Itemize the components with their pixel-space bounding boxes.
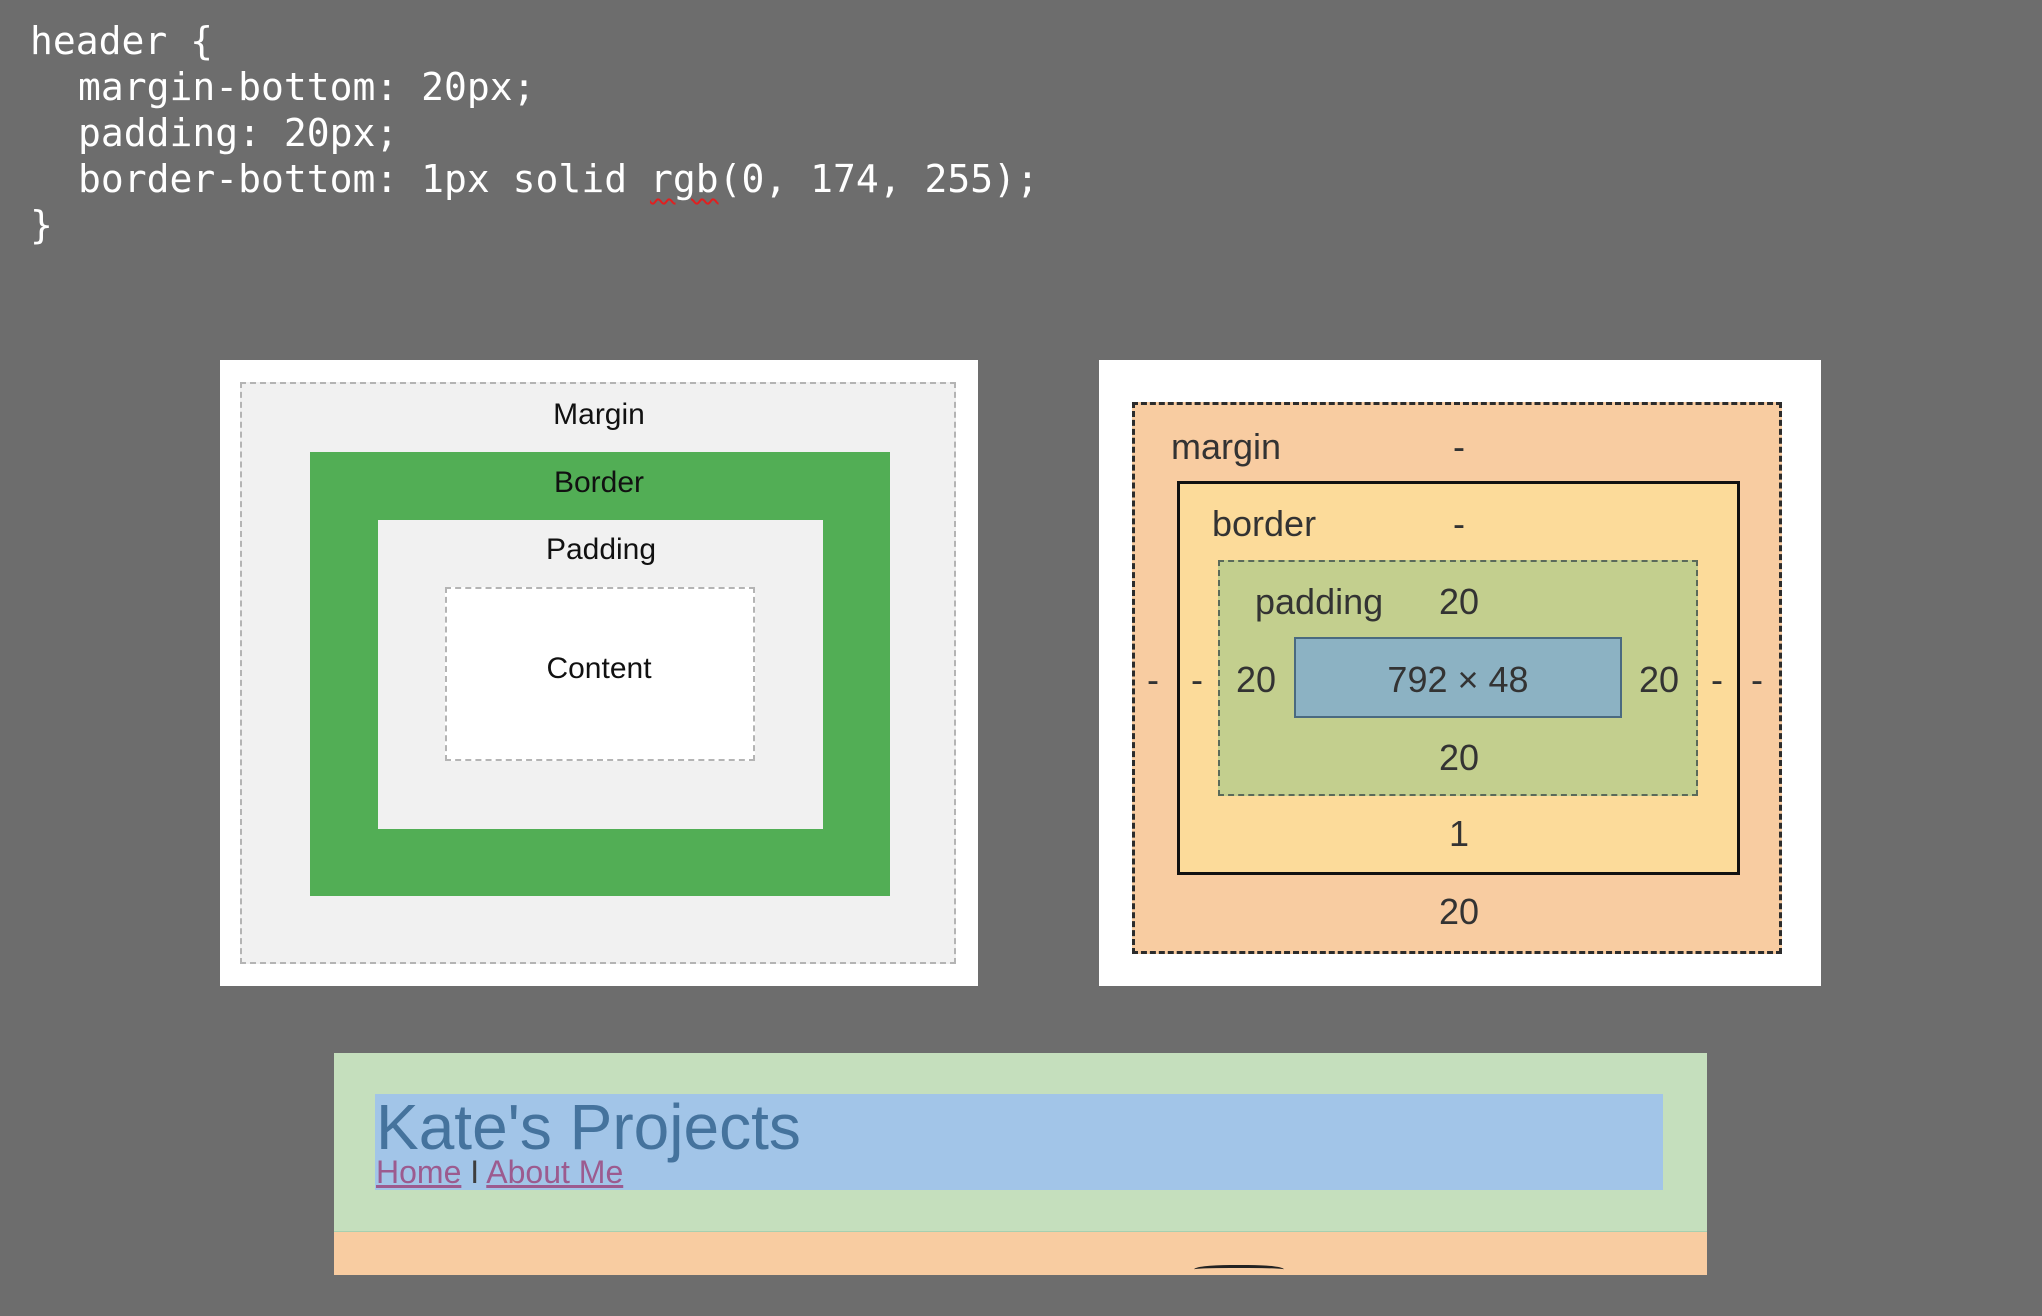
- devtools-padding-top: 20: [1438, 581, 1480, 622]
- nav-separator: I: [470, 1154, 480, 1190]
- margin-label: Margin: [553, 398, 645, 431]
- box-model-diagram: Margin Border Padding Content: [220, 360, 978, 986]
- nav-link-home[interactable]: Home: [376, 1154, 461, 1190]
- devtools-margin-right: -: [1751, 659, 1763, 700]
- border-label: Border: [553, 466, 645, 499]
- site-nav: Home I About Me: [376, 1153, 623, 1191]
- devtools-margin-bottom: 20: [1438, 891, 1480, 932]
- devtools-padding-label: padding: [1255, 581, 1384, 622]
- devtools-padding-right: 20: [1638, 659, 1680, 700]
- devtools-border-right: -: [1711, 659, 1723, 700]
- devtools-border-bottom: 1: [1448, 813, 1470, 854]
- nav-link-about[interactable]: About Me: [486, 1154, 623, 1190]
- devtools-margin-top: -: [1453, 426, 1465, 467]
- code-line-close-brace: }: [30, 203, 53, 247]
- devtools-margin-left: -: [1147, 659, 1159, 700]
- devtools-padding-bottom: 20: [1438, 737, 1480, 778]
- cut-off-heading-fragment: [1194, 1265, 1284, 1275]
- header-preview: Kate's Projects Home I About Me: [334, 1053, 1707, 1275]
- spellcheck-underline-rgb: rgb: [649, 157, 719, 201]
- content-label: Content: [546, 652, 652, 685]
- padding-label: Padding: [545, 533, 657, 566]
- code-line-border-bottom: border-bottom: 1px solid rgb(0, 174, 255…: [78, 157, 1039, 201]
- code-line-margin-bottom: margin-bottom: 20px;: [78, 65, 536, 109]
- css-code-block: header { margin-bottom: 20px; padding: 2…: [30, 18, 1039, 248]
- devtools-padding-left: 20: [1235, 659, 1277, 700]
- devtools-border-left: -: [1191, 659, 1203, 700]
- devtools-margin-label: margin: [1171, 426, 1282, 467]
- code-line-selector: header {: [30, 19, 214, 63]
- devtools-border-label: border: [1212, 503, 1317, 544]
- devtools-content-size: 792 × 48: [1387, 659, 1529, 700]
- devtools-box-model: margin - - - 20 border - - - 1 padding 2…: [1099, 360, 1821, 986]
- code-line-padding: padding: 20px;: [78, 111, 399, 155]
- devtools-border-top: -: [1453, 503, 1465, 544]
